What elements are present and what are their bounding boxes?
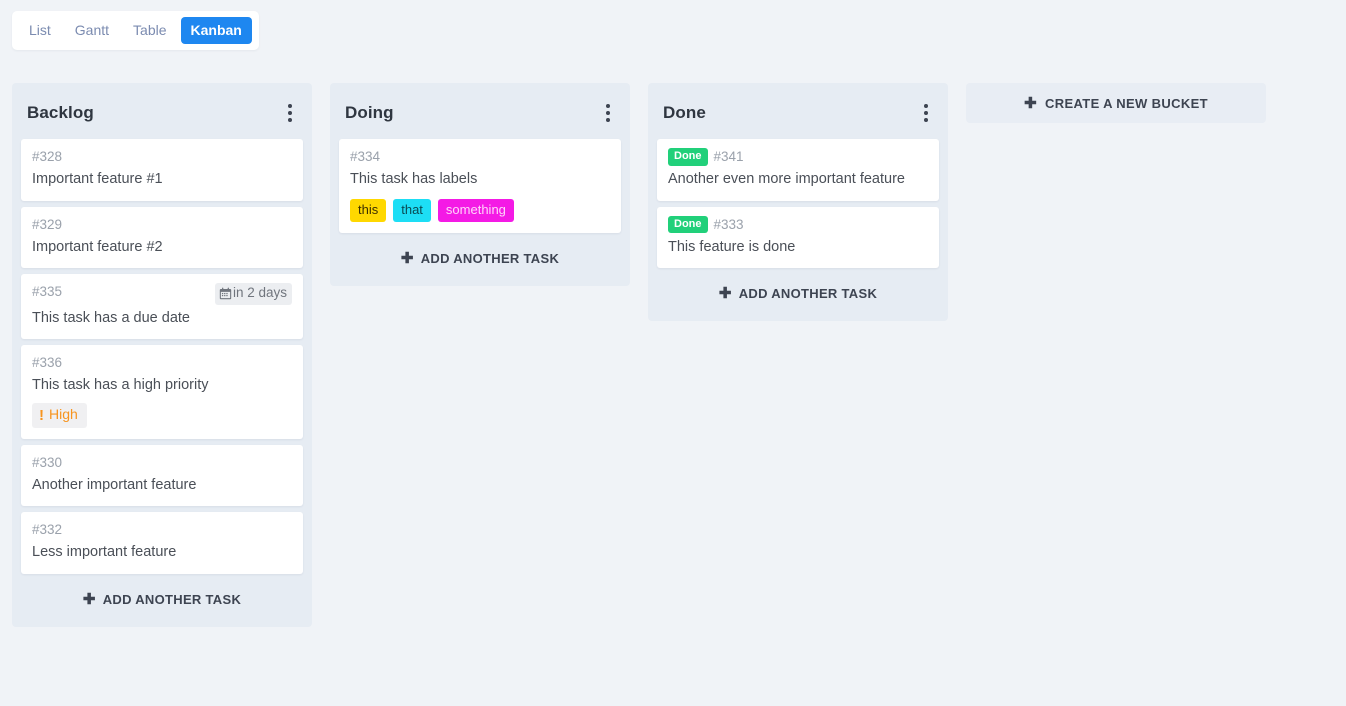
bucket-header: Backlog <box>12 83 312 139</box>
task-card[interactable]: #334 This task has labels this that somethin… <box>339 139 621 233</box>
done-badge: Done <box>668 148 708 167</box>
task-card-top: #329 <box>32 216 292 234</box>
view-switcher-wrap: List Gantt Table Kanban <box>0 0 1346 51</box>
task-title: This task has labels <box>350 171 478 188</box>
task-id-line: #335 <box>32 283 62 301</box>
bucket-card-list: #334 This task has labels this that somethin… <box>330 139 630 233</box>
bucket-header: Done <box>648 83 948 139</box>
view-tab-gantt[interactable]: Gantt <box>65 17 119 44</box>
add-another-task-label: ADD ANOTHER TASK <box>738 285 878 301</box>
bucket-card-list: #328 Important feature #1 #329 Important fe… <box>12 139 312 574</box>
task-card-top: #335 in 2 days <box>32 282 292 305</box>
task-title: Important feature #2 <box>32 238 163 255</box>
kanban-board: Backlog #328 Important feature #1 #329 Impor… <box>0 50 1346 627</box>
view-switcher: List Gantt Table Kanban <box>12 11 259 51</box>
plus-icon: ✚ <box>400 249 414 267</box>
task-title: Less important feature <box>32 544 177 561</box>
add-another-task-button[interactable]: ✚ ADD ANOTHER TASK <box>648 268 948 317</box>
due-date-text: in 2 days <box>232 284 287 300</box>
exclamation-icon: ! <box>39 406 44 424</box>
bucket-title[interactable]: Done <box>663 103 706 123</box>
priority-label: High <box>49 406 78 423</box>
task-card-top: #328 <box>32 148 292 166</box>
task-card[interactable]: #329 Important feature #2 <box>21 206 303 268</box>
priority-badge: ! High <box>32 403 87 428</box>
task-card-top: #336 <box>32 354 292 372</box>
task-id-line: #329 <box>32 216 62 234</box>
task-id: #335 <box>32 283 63 299</box>
task-id-line: #334 <box>350 148 380 166</box>
task-id-line: #328 <box>32 148 62 166</box>
bucket-card-list: Done #341 Another even more important feat… <box>648 139 948 268</box>
task-title: This feature is done <box>668 238 796 255</box>
task-id-line: Done #333 <box>668 215 744 234</box>
task-id: #330 <box>32 454 63 470</box>
bucket-title[interactable]: Doing <box>345 103 394 123</box>
task-card[interactable]: Done #333 This feature is done <box>657 206 939 268</box>
bucket-backlog: Backlog #328 Important feature #1 #329 Impor… <box>12 83 312 627</box>
add-another-task-label: ADD ANOTHER TASK <box>102 591 242 607</box>
task-card[interactable]: #336 This task has a high priority! High <box>21 345 303 439</box>
task-id: #332 <box>32 522 63 538</box>
due-date-badge: in 2 days <box>214 282 292 305</box>
bucket-menu-icon[interactable] <box>600 100 616 126</box>
task-id-line: #330 <box>32 454 62 472</box>
task-id-line: Done #341 <box>668 148 744 167</box>
task-id: #329 <box>32 216 63 232</box>
task-label-chip: something <box>437 198 514 222</box>
task-card-top: #330 <box>32 454 292 472</box>
task-card[interactable]: #332 Less important feature <box>21 512 303 574</box>
task-id: #341 <box>713 149 744 165</box>
bucket-doing: Doing #334 This task has labels this that som… <box>330 83 630 286</box>
task-card-top: #332 <box>32 521 292 539</box>
task-id: #333 <box>713 216 744 232</box>
task-id-line: #336 <box>32 354 62 372</box>
task-label-chip: that <box>393 198 431 222</box>
add-another-task-button[interactable]: ✚ ADD ANOTHER TASK <box>12 574 312 623</box>
add-another-task-button[interactable]: ✚ ADD ANOTHER TASK <box>330 233 630 282</box>
plus-icon: ✚ <box>82 590 96 608</box>
task-card-top: Done #333 <box>668 215 928 234</box>
task-card[interactable]: Done #341 Another even more important feat… <box>657 139 939 201</box>
create-new-bucket-label: CREATE A NEW BUCKET <box>1045 95 1208 111</box>
task-card[interactable]: #335 in 2 days This task has a due date <box>21 273 303 340</box>
done-badge: Done <box>668 215 708 234</box>
task-label-chip: this <box>350 198 387 222</box>
task-title: Another important feature <box>32 476 197 493</box>
plus-icon: ✚ <box>1024 94 1038 112</box>
bucket-menu-icon[interactable] <box>282 100 298 126</box>
bucket-menu-icon[interactable] <box>918 100 934 126</box>
calendar-icon <box>219 287 232 300</box>
label-list: this that something <box>350 198 610 222</box>
create-new-bucket-button[interactable]: ✚ CREATE A NEW BUCKET <box>966 83 1266 124</box>
add-another-task-label: ADD ANOTHER TASK <box>420 250 560 266</box>
task-id: #336 <box>32 355 63 371</box>
bucket-done: Done Done #341 Another even more important … <box>648 83 948 321</box>
plus-icon: ✚ <box>718 284 732 302</box>
bucket-title[interactable]: Backlog <box>27 103 94 123</box>
task-card[interactable]: #330 Another important feature <box>21 444 303 507</box>
task-title: This task has a high priority <box>32 377 209 394</box>
task-id-line: #332 <box>32 521 62 539</box>
task-card-top: #334 <box>350 148 610 166</box>
view-tab-list[interactable]: List <box>19 17 61 44</box>
bucket-header: Doing <box>330 83 630 139</box>
task-title: Important feature #1 <box>32 171 163 188</box>
task-title: Another even more important feature <box>668 171 905 188</box>
task-id: #328 <box>32 149 63 165</box>
view-tab-table[interactable]: Table <box>123 17 176 44</box>
view-tab-kanban[interactable]: Kanban <box>180 17 252 45</box>
task-title: This task has a due date <box>32 309 190 326</box>
task-card[interactable]: #328 Important feature #1 <box>21 139 303 201</box>
task-id: #334 <box>350 149 381 165</box>
task-card-top: Done #341 <box>668 148 928 167</box>
